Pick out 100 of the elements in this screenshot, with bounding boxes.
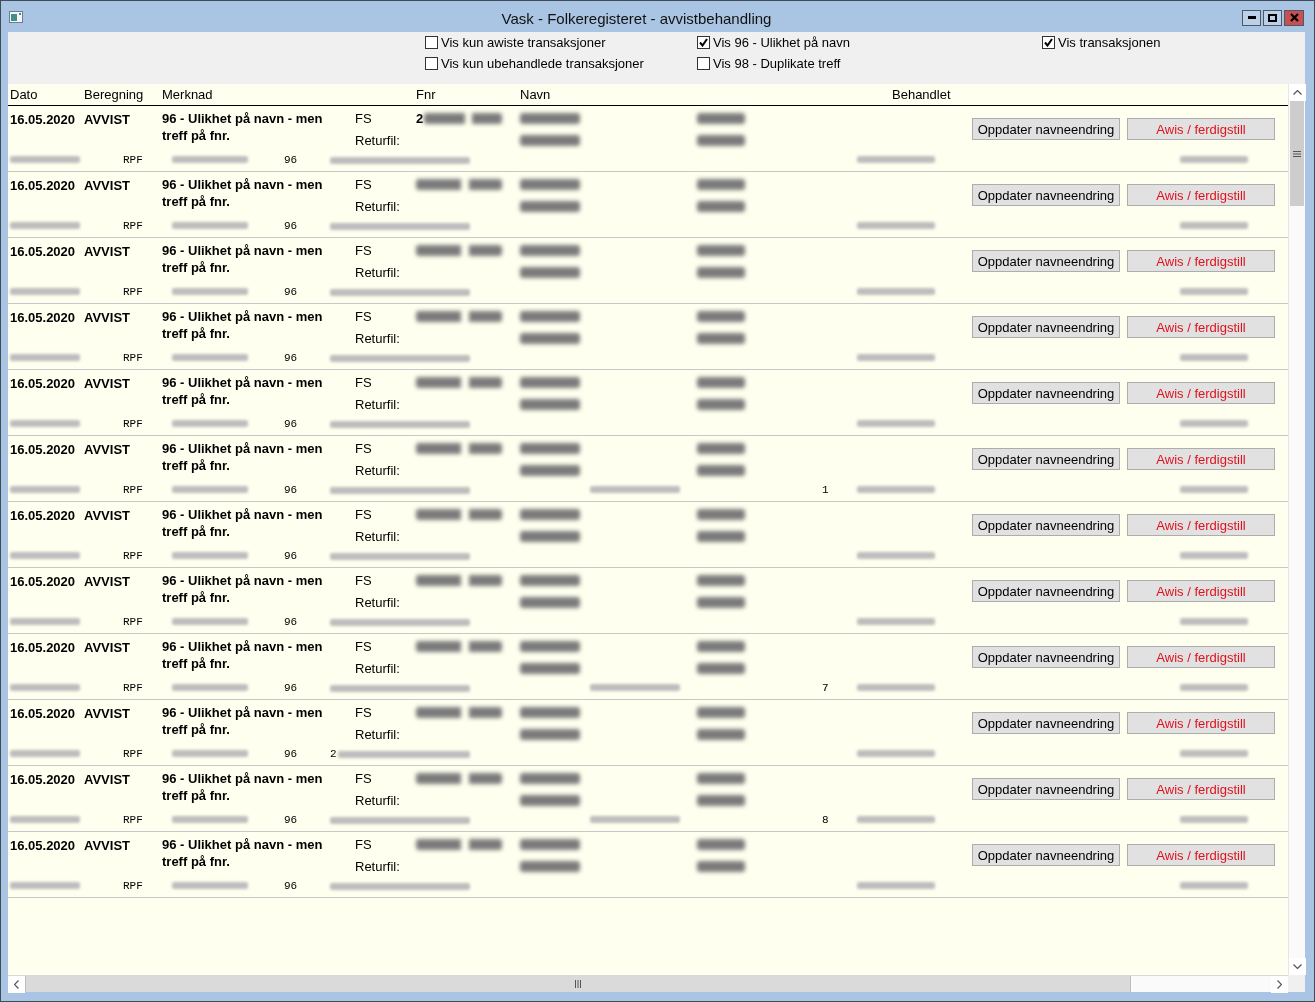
blurred-text [10,486,80,493]
blurred-text [520,377,580,388]
source-label: FS [355,638,372,655]
checkbox[interactable] [1042,36,1055,49]
house-number: 1 [822,484,829,496]
returfil-label: Returfil: [355,198,400,215]
update-name-button[interactable]: Oppdater navneendring [972,382,1120,404]
grip-icon [575,980,581,988]
blurred-text [520,113,580,124]
scroll-down-button[interactable] [1289,958,1306,975]
reject-button[interactable]: Awis / ferdigstill [1127,844,1275,866]
blurred-text [697,333,745,344]
update-name-button[interactable]: Oppdater navneendring [972,250,1120,272]
reject-button[interactable]: Awis / ferdigstill [1127,382,1275,404]
blurred-text [1180,354,1248,361]
minimize-button[interactable] [1242,9,1261,26]
reject-button[interactable]: Awis / ferdigstill [1127,250,1275,272]
close-icon [1289,13,1299,22]
blurred-text [10,156,80,163]
blurred-text [10,750,80,757]
blurred-text [1180,618,1248,625]
checkbox-label[interactable]: Vis kun ubehandlede transaksjoner [441,56,644,71]
blurred-text [697,113,745,124]
source-label: FS [355,110,372,127]
returfil-label: Returfil: [355,396,400,413]
blurred-text [520,531,580,542]
column-header: Merknad [162,87,213,102]
checkbox[interactable] [697,36,710,49]
scrollbar-thumb[interactable] [1290,101,1304,206]
blurred-text [697,267,745,278]
reject-button[interactable]: Awis / ferdigstill [1127,184,1275,206]
reject-button[interactable]: Awis / ferdigstill [1127,316,1275,338]
checkbox-label[interactable]: Vis 98 - Duplikate treff [713,56,841,71]
blurred-text [697,245,745,256]
scroll-left-button[interactable] [8,976,25,993]
blurred-text [520,729,580,740]
blurred-text [520,707,580,718]
checkbox[interactable] [697,57,710,70]
code-cell: 96 [284,682,298,694]
blurred-text [697,135,745,146]
type-code: RPF [123,220,143,232]
code-cell: 96 [284,154,298,166]
blurred-text [520,333,580,344]
reject-button[interactable]: Awis / ferdigstill [1127,712,1275,734]
blurred-text [520,861,580,872]
blurred-text [10,420,80,427]
checkbox-label[interactable]: Vis kun awiste transaksjoner [441,35,606,50]
checkbox[interactable] [425,57,438,70]
chevron-down-icon [1293,964,1302,969]
status-cell: AVVIST [84,574,130,589]
status-cell: AVVIST [84,244,130,259]
source-label: FS [355,176,372,193]
reject-button[interactable]: Awis / ferdigstill [1127,646,1275,668]
scroll-right-button[interactable] [1271,976,1288,993]
update-name-button[interactable]: Oppdater navneendring [972,712,1120,734]
chevron-up-icon [1293,90,1302,95]
remark-cell-text: 96 - Ulikhet på navn - men treff på fnr. [162,110,324,144]
update-name-button[interactable]: Oppdater navneendring [972,118,1120,140]
type-code: RPF [123,286,143,298]
scroll-up-button[interactable] [1289,84,1306,101]
blurred-text [520,795,580,806]
scrollbar-thumb[interactable] [25,976,1131,992]
blurred-text [1180,486,1248,493]
update-name-button[interactable]: Oppdater navneendring [972,184,1120,206]
update-name-button[interactable]: Oppdater navneendring [972,316,1120,338]
status-cell: AVVIST [84,772,130,787]
source-label: FS [355,704,372,721]
update-name-button[interactable]: Oppdater navneendring [972,580,1120,602]
status-cell: AVVIST [84,310,130,325]
remark-cell-text: 96 - Ulikhet på navn - men treff på fnr. [162,308,324,342]
chevron-right-icon [1277,980,1282,989]
checkbox-label[interactable]: Vis 96 - Ulikhet på navn [713,35,851,50]
minimize-icon [1247,16,1256,19]
reject-button[interactable]: Awis / ferdigstill [1127,514,1275,536]
update-name-button[interactable]: Oppdater navneendring [972,646,1120,668]
blurred-text [697,531,745,542]
maximize-button[interactable] [1263,9,1282,26]
checkbox[interactable] [425,36,438,49]
reject-button[interactable]: Awis / ferdigstill [1127,118,1275,140]
reject-button[interactable]: Awis / ferdigstill [1127,580,1275,602]
house-number: 7 [822,682,829,694]
code-cell: 96 [284,880,298,892]
returfil-label: Returfil: [355,132,400,149]
reject-button[interactable]: Awis / ferdigstill [1127,778,1275,800]
update-name-button[interactable]: Oppdater navneendring [972,448,1120,470]
update-name-button[interactable]: Oppdater navneendring [972,844,1120,866]
remark-cell-text: 96 - Ulikhet på navn - men treff på fnr. [162,638,324,672]
reject-button[interactable]: Awis / ferdigstill [1127,448,1275,470]
date-cell: 16.05.2020 [10,706,76,721]
update-name-button[interactable]: Oppdater navneendring [972,778,1120,800]
checkbox-label[interactable]: Vis transaksjonen [1058,35,1161,50]
blurred-text [697,443,745,454]
close-button[interactable] [1284,9,1304,26]
blurred-text [697,663,745,674]
type-code: RPF [123,550,143,562]
blurred-text [697,201,745,212]
chevron-left-icon [14,980,19,989]
type-code: RPF [123,814,143,826]
blurred-text [697,597,745,608]
update-name-button[interactable]: Oppdater navneendring [972,514,1120,536]
